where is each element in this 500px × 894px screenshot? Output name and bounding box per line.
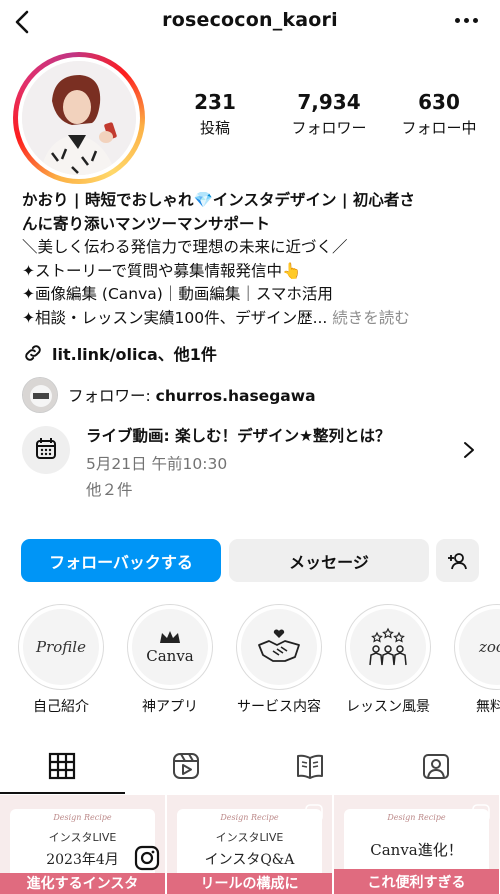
reels-icon[interactable] (170, 750, 202, 782)
highlight-services[interactable]: サービス内容 (234, 604, 324, 716)
post-tag-text: インスタLIVE (215, 831, 284, 844)
profile-link[interactable]: lit.link/olica、他1件 (22, 341, 217, 365)
profile-tabs (0, 742, 500, 794)
message-button[interactable]: メッセージ (229, 539, 429, 582)
read-more-link[interactable]: 続きを読む (327, 309, 410, 327)
highlight-label: 無料 (476, 699, 500, 715)
add-person-icon (447, 552, 467, 569)
reel-badge-icon (305, 804, 323, 822)
profile-bio: かおり | 時短でおしゃれ💎インスタデザイン | 初心者さ んに寄り添いマンツー… (22, 189, 482, 330)
highlight-cover-text: zoo (479, 638, 500, 656)
tagged-icon[interactable] (420, 750, 452, 782)
bio-line: ＼美しく伝わる発信力で理想の未来に近づく／ (22, 238, 348, 256)
suggested-users-button[interactable] (436, 539, 479, 582)
stat-followers[interactable]: 7,934 フォロワー (277, 90, 381, 138)
chevron-right-icon[interactable] (462, 440, 476, 460)
highlight-cover-text: Profile (36, 638, 86, 656)
posts-count: 231 (194, 90, 236, 114)
following-label: フォロー中 (401, 119, 477, 137)
story-highlights: Profile 自己紹介 Canva 神アプリ サービス内容 レッスン風景 zo… (0, 604, 500, 720)
followed-by-prefix: フォロワー: (68, 387, 156, 405)
event-time: 5月21日 午前10:30 (86, 455, 228, 473)
post-banner: 進化するインスタ (0, 873, 165, 894)
stat-posts[interactable]: 231 投稿 (175, 90, 255, 138)
following-count: 630 (418, 90, 460, 114)
post-thumbnail[interactable]: Design Recipe Canva進化！ これ便利すぎる (334, 795, 499, 894)
post-banner: リールの構成に (167, 873, 332, 894)
grid-icon[interactable] (46, 750, 78, 782)
highlight-cover-text: Canva (146, 647, 194, 665)
followed-by-row[interactable]: フォロワー: churros.hasegawa (22, 377, 316, 413)
highlight-lessons[interactable]: レッスン風景 (343, 604, 433, 716)
more-options-icon[interactable] (455, 18, 478, 23)
followers-count: 7,934 (297, 90, 361, 114)
live-event[interactable]: ライブ動画: 楽しむ！デザイン★整列とは？ 5月21日 午前10:30 他２件 (22, 420, 482, 502)
post-heading: Canva進化！ (370, 841, 463, 859)
active-tab-indicator (0, 792, 125, 794)
highlight-free[interactable]: zoo 無料 (452, 604, 500, 716)
bio-line: ✦相談・レッスン実績100件、デザイン歴... (22, 308, 328, 327)
highlight-label: 自己紹介 (33, 699, 89, 715)
highlight-label: 神アプリ (142, 699, 198, 715)
follower-avatar (22, 377, 58, 413)
people-cheering-icon (369, 627, 407, 666)
post-thumbnail[interactable]: Design Recipe インスタLIVE インスタQ&A リールの構成に (167, 795, 332, 894)
bio-line: ✦画像編集 (Canva)｜動画編集｜スマホ活用 (22, 285, 333, 303)
followed-by-name: churros.hasegawa (155, 387, 316, 405)
handshake-icon (258, 629, 300, 662)
highlight-apps[interactable]: Canva 神アプリ (125, 604, 215, 716)
bio-line: ✦ストーリーで質問や募集情報発信中👆 (22, 261, 302, 280)
highlight-profile[interactable]: Profile 自己紹介 (16, 604, 106, 716)
bio-title-line: んに寄り添いマンツーマンサポート (22, 214, 271, 233)
event-more-count: 他２件 (86, 481, 133, 499)
profile-stats: 231 投稿 7,934 フォロワー 630 フォロー中 (175, 90, 495, 140)
follow-back-button[interactable]: フォローバックする (21, 539, 221, 582)
link-text: lit.link/olica、他1件 (52, 345, 217, 364)
profile-photo (22, 61, 136, 175)
post-thumbnail[interactable]: Design Recipe インスタLIVE 2023年4月 進化するインスタ (0, 795, 165, 894)
profile-username: rosecocon_kaori (162, 9, 338, 31)
followed-by-text: フォロワー: churros.hasegawa (68, 384, 316, 406)
post-banner: これ便利すぎる (334, 869, 499, 894)
highlight-label: サービス内容 (237, 699, 321, 715)
profile-avatar[interactable] (13, 52, 145, 184)
highlight-label: レッスン風景 (346, 699, 430, 715)
stat-following[interactable]: 630 フォロー中 (391, 90, 487, 138)
post-tag-text: インスタLIVE (48, 831, 117, 844)
calendar-icon (22, 426, 70, 474)
post-recipe-text: Design Recipe (53, 813, 112, 822)
posts-label: 投稿 (199, 119, 230, 137)
bio-line-with-more: ✦相談・レッスン実績100件、デザイン歴... 続きを読む (22, 307, 482, 331)
post-heading: インスタQ&A (204, 852, 295, 868)
followers-label: フォロワー (291, 119, 367, 137)
guides-icon[interactable] (294, 750, 326, 782)
link-icon (25, 345, 41, 361)
posts-grid: Design Recipe インスタLIVE 2023年4月 進化するインスタ … (0, 795, 500, 894)
event-title: ライブ動画: 楽しむ！デザイン★整列とは？ (86, 427, 391, 445)
bio-title-line: かおり | 時短でおしゃれ💎インスタデザイン | 初心者さ (22, 191, 415, 209)
reel-badge-icon (472, 804, 490, 822)
top-bar: rosecocon_kaori (0, 0, 500, 44)
instagram-logo-icon (134, 845, 160, 871)
crown-icon (160, 631, 180, 643)
